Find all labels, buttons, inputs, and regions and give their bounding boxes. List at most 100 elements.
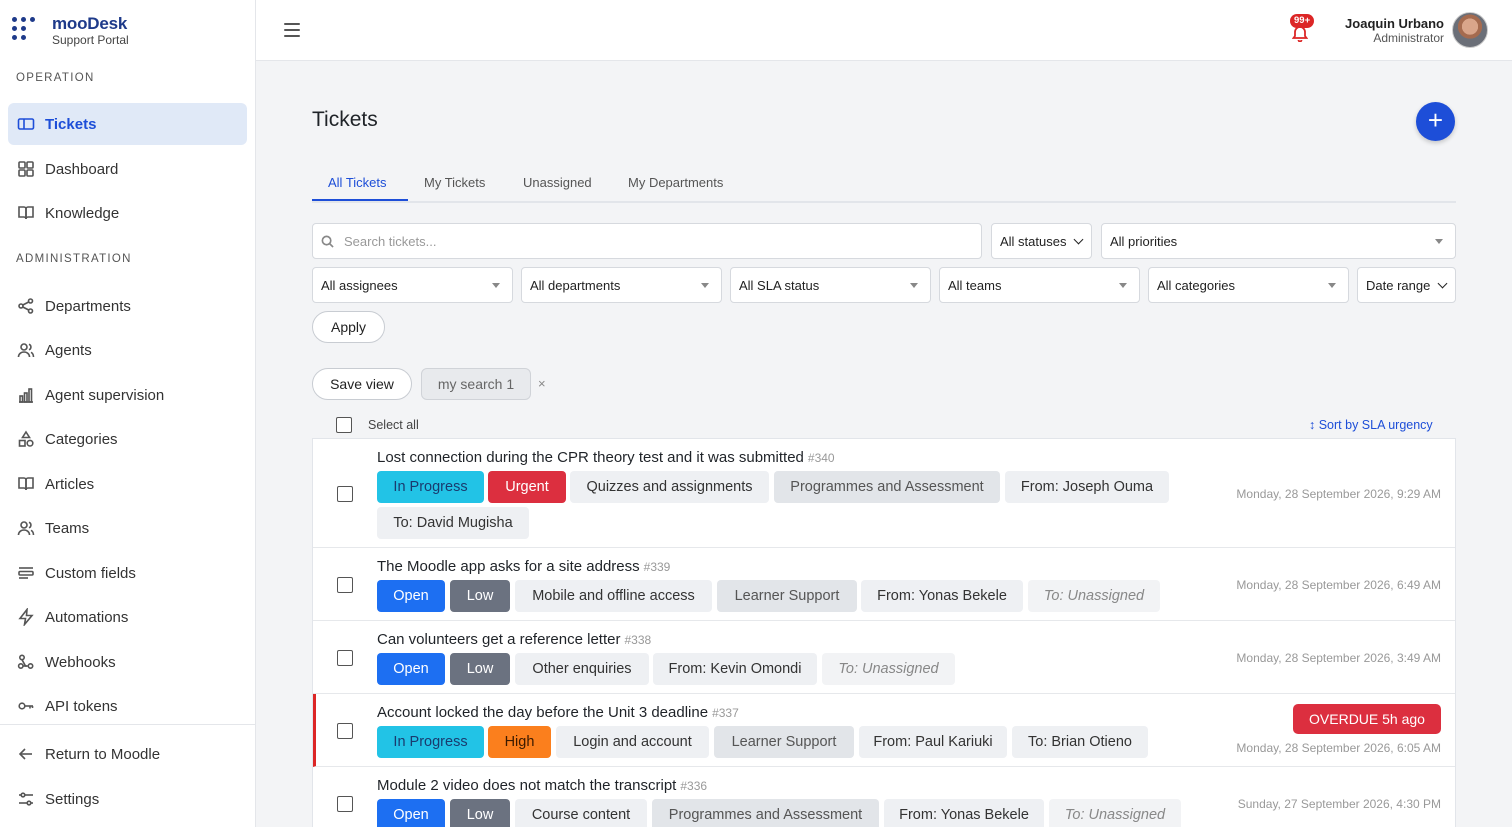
- tab-my-tickets[interactable]: My Tickets: [424, 175, 485, 190]
- search-input[interactable]: [344, 233, 944, 249]
- priority-badge: Low: [450, 580, 510, 612]
- status-filter-value: All statuses: [1000, 233, 1067, 249]
- ticket-row[interactable]: Can volunteers get a reference letter #33…: [313, 621, 1455, 694]
- sidebar-item-departments[interactable]: Departments: [8, 285, 247, 327]
- book-icon: [17, 204, 35, 222]
- ticket-checkbox[interactable]: [337, 723, 353, 739]
- ticket-id: #339: [643, 560, 671, 574]
- sidebar-item-agent-supervision[interactable]: Agent supervision: [8, 374, 247, 416]
- ticket-date: Monday, 28 September 2026, 9:29 AM: [1236, 487, 1441, 501]
- ticket-icon: [17, 115, 35, 133]
- department-filter-value: All departments: [530, 277, 621, 293]
- ticket-row[interactable]: Lost connection during the CPR theory te…: [313, 439, 1455, 548]
- date-range-value: Date range: [1366, 277, 1431, 293]
- tab-all-tickets[interactable]: All Tickets: [328, 175, 387, 190]
- sidebar-item-label: Knowledge: [45, 204, 120, 222]
- sidebar-item-label: API tokens: [45, 697, 118, 715]
- priority-badge: High: [488, 726, 551, 758]
- sidebar-item-api-tokens[interactable]: API tokens: [8, 685, 247, 727]
- department-filter-select[interactable]: All departments: [521, 267, 722, 303]
- chevron-down-icon: [1437, 278, 1448, 289]
- caret-down-icon: [492, 283, 500, 288]
- user-info[interactable]: Joaquin Urbano Administrator: [1345, 16, 1444, 45]
- category-tag: Course content: [515, 799, 647, 827]
- apply-button[interactable]: Apply: [312, 311, 385, 343]
- sidebar-divider: [0, 724, 255, 725]
- notifications-button[interactable]: 99+: [1290, 14, 1320, 44]
- saved-view-chip[interactable]: my search 1: [421, 368, 531, 400]
- ticket-date: Monday, 28 September 2026, 6:05 AM: [1236, 741, 1441, 755]
- ticket-title[interactable]: The Moodle app asks for a site address #3…: [377, 558, 670, 575]
- brand-name: mooDesk: [52, 14, 128, 33]
- team-filter-select[interactable]: All teams: [939, 267, 1140, 303]
- sidebar-item-label: Agent supervision: [45, 386, 165, 404]
- ticket-row[interactable]: Module 2 video does not match the transc…: [313, 767, 1455, 827]
- status-filter-select[interactable]: All statuses: [991, 223, 1092, 259]
- avatar[interactable]: [1452, 12, 1488, 48]
- sidebar: mooDesk Support Portal OPERATION Tickets…: [0, 0, 256, 827]
- department-tag: Learner Support: [714, 726, 854, 758]
- sidebar-item-articles[interactable]: Articles: [8, 463, 247, 505]
- brand-subtitle: Support Portal: [52, 33, 129, 47]
- brand-logo[interactable]: mooDesk Support Portal: [12, 14, 129, 48]
- priority-filter-select[interactable]: All priorities: [1101, 223, 1456, 259]
- assignee-filter-select[interactable]: All assignees: [312, 267, 513, 303]
- category-tag: Mobile and offline access: [515, 580, 712, 612]
- sidebar-item-dashboard[interactable]: Dashboard: [8, 148, 247, 190]
- sidebar-item-settings[interactable]: Settings: [8, 778, 247, 820]
- ticket-checkbox[interactable]: [337, 796, 353, 812]
- caret-down-icon: [1435, 239, 1443, 244]
- category-tag: Other enquiries: [515, 653, 649, 685]
- ticket-title[interactable]: Module 2 video does not match the transc…: [377, 777, 707, 794]
- sla-filter-select[interactable]: All SLA status: [730, 267, 931, 303]
- ticket-title[interactable]: Lost connection during the CPR theory te…: [377, 449, 835, 466]
- ticket-id: #340: [807, 451, 835, 465]
- caret-down-icon: [701, 283, 709, 288]
- sidebar-item-knowledge[interactable]: Knowledge: [8, 192, 247, 234]
- search-box: [312, 223, 982, 259]
- tab-unassigned[interactable]: Unassigned: [523, 175, 592, 190]
- category-filter-value: All categories: [1157, 277, 1236, 293]
- new-ticket-button[interactable]: +: [1416, 102, 1455, 141]
- select-all-checkbox[interactable]: [336, 417, 352, 433]
- ticket-row[interactable]: The Moodle app asks for a site address #3…: [313, 548, 1455, 621]
- sidebar-item-custom-fields[interactable]: Custom fields: [8, 552, 247, 594]
- sidebar-item-return-to-moodle[interactable]: Return to Moodle: [8, 733, 247, 775]
- sidebar-item-webhooks[interactable]: Webhooks: [8, 641, 247, 683]
- users-icon: [17, 341, 35, 359]
- sidebar-item-label: Custom fields: [45, 564, 136, 582]
- status-badge: In Progress: [377, 471, 484, 503]
- tab-my-departments[interactable]: My Departments: [628, 175, 723, 190]
- sidebar-item-automations[interactable]: Automations: [8, 596, 247, 638]
- date-range-select[interactable]: Date range: [1357, 267, 1456, 303]
- users-icon: [17, 519, 35, 537]
- category-filter-select[interactable]: All categories: [1148, 267, 1349, 303]
- sidebar-item-categories[interactable]: Categories: [8, 418, 247, 460]
- ticket-date: Monday, 28 September 2026, 3:49 AM: [1236, 651, 1441, 665]
- priority-badge: Low: [450, 653, 510, 685]
- ticket-row-overdue[interactable]: Account locked the day before the Unit 3…: [313, 694, 1455, 767]
- menu-toggle-icon[interactable]: [284, 23, 300, 37]
- sidebar-item-teams[interactable]: Teams: [8, 507, 247, 549]
- to-tag: To: Unassigned: [1049, 799, 1181, 827]
- save-view-button[interactable]: Save view: [312, 368, 412, 400]
- priority-badge: Urgent: [488, 471, 566, 503]
- assignee-filter-value: All assignees: [321, 277, 398, 293]
- sidebar-item-agents[interactable]: Agents: [8, 329, 247, 371]
- to-tag: To: Unassigned: [822, 653, 955, 685]
- sidebar-item-label: Return to Moodle: [45, 745, 161, 763]
- sidebar-item-label: Categories: [45, 430, 118, 448]
- ticket-checkbox[interactable]: [337, 650, 353, 666]
- sidebar-item-tickets[interactable]: Tickets: [8, 103, 247, 145]
- ticket-id: #336: [680, 779, 708, 793]
- sidebar-item-label: Teams: [45, 519, 90, 537]
- ticket-title[interactable]: Can volunteers get a reference letter #33…: [377, 631, 651, 648]
- ticket-title[interactable]: Account locked the day before the Unit 3…: [377, 704, 739, 721]
- sliders-icon: [17, 790, 35, 808]
- ticket-checkbox[interactable]: [337, 577, 353, 593]
- sidebar-item-label: Automations: [45, 608, 129, 626]
- user-name: Joaquin Urbano: [1345, 16, 1444, 31]
- ticket-checkbox[interactable]: [337, 486, 353, 502]
- sort-by-sla-link[interactable]: ↕ Sort by SLA urgency: [1309, 418, 1433, 432]
- remove-saved-view-icon[interactable]: ×: [538, 376, 546, 391]
